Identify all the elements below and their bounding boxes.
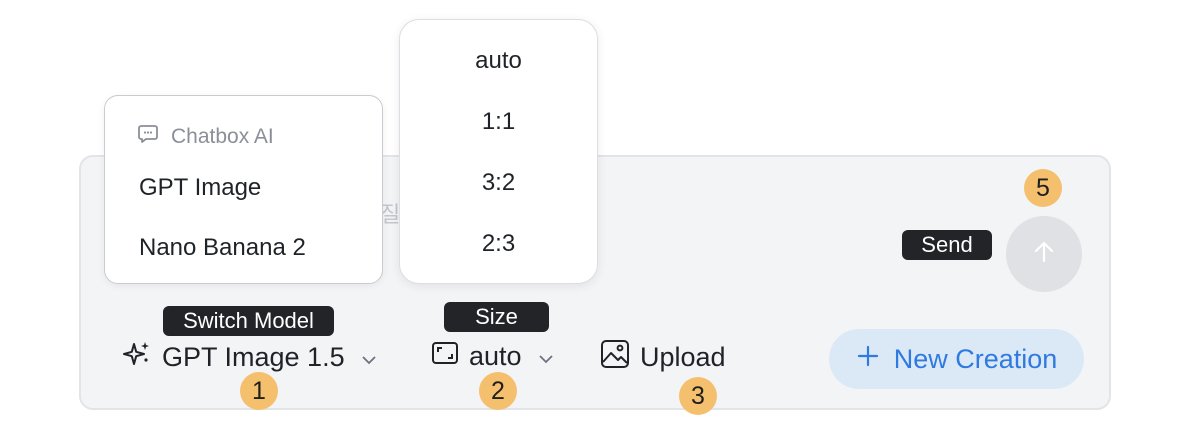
model-selector-button[interactable]: GPT Image 1.5: [122, 339, 377, 376]
prompt-input-text[interactable]: 질: [380, 197, 400, 229]
upload-button[interactable]: Upload: [600, 339, 726, 376]
step-badge-1: 1: [240, 372, 278, 410]
menu-group-header: Chatbox AI: [137, 123, 274, 151]
size-option-2-3[interactable]: 2:3: [400, 230, 597, 258]
send-button[interactable]: [1006, 216, 1082, 292]
aspect-ratio-icon: [431, 339, 459, 374]
size-dropdown-menu: auto 1:1 3:2 2:3: [399, 19, 598, 284]
menu-group-label: Chatbox AI: [171, 125, 274, 148]
new-creation-button[interactable]: New Creation: [829, 329, 1084, 389]
send-tooltip: Send: [902, 230, 992, 260]
chevron-down-icon: [361, 342, 377, 373]
model-selector-label: GPT Image 1.5: [162, 342, 345, 372]
step-badge-5: 5: [1024, 169, 1062, 207]
size-selector-label: auto: [469, 341, 522, 371]
step-badge-3: 3: [679, 377, 717, 415]
size-option-3-2[interactable]: 3:2: [400, 169, 597, 197]
step-badge-2: 2: [479, 372, 517, 410]
size-option-1-1[interactable]: 1:1: [400, 108, 597, 136]
new-creation-label: New Creation: [893, 343, 1058, 374]
size-tooltip: Size: [444, 302, 549, 332]
plus-icon: [856, 344, 880, 375]
size-option-auto[interactable]: auto: [400, 47, 597, 75]
size-selector-button[interactable]: auto: [431, 339, 554, 374]
upload-label: Upload: [640, 342, 726, 372]
image-icon: [600, 339, 630, 376]
sparkles-icon: [122, 339, 152, 376]
arrow-up-icon: [1031, 239, 1057, 270]
switch-model-tooltip: Switch Model: [163, 306, 334, 336]
menu-item-gpt-image[interactable]: GPT Image: [139, 174, 261, 202]
menu-item-nano-banana-2[interactable]: Nano Banana 2: [139, 234, 306, 262]
chat-bubble-icon: [137, 123, 159, 151]
chevron-down-icon: [538, 341, 554, 372]
model-dropdown-menu: Chatbox AI GPT Image Nano Banana 2: [104, 95, 383, 284]
